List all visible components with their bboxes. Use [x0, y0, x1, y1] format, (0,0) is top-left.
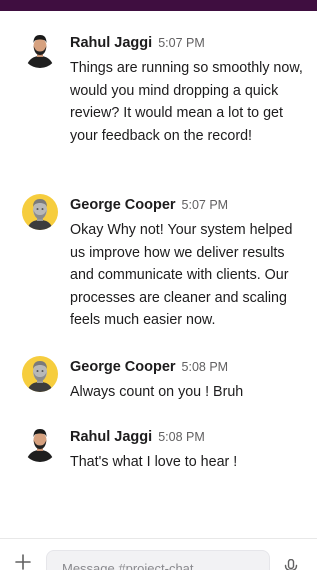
microphone-icon[interactable]	[283, 559, 299, 570]
message-timestamp[interactable]: 5:08 PM	[158, 430, 205, 444]
message-timestamp[interactable]: 5:07 PM	[182, 198, 229, 212]
rahul-avatar-icon	[22, 32, 58, 68]
george-avatar-icon	[22, 356, 58, 392]
message-input[interactable]	[47, 551, 269, 570]
message-header: Rahul Jaggi 5:08 PM	[70, 428, 205, 446]
george-avatar-icon	[22, 194, 58, 230]
message-text: Things are running so smoothly now, woul…	[70, 60, 303, 144]
author-name[interactable]: Rahul Jaggi	[70, 35, 152, 51]
avatar[interactable]	[22, 356, 58, 392]
author-name[interactable]: George Cooper	[70, 197, 176, 213]
message-header: George Cooper 5:07 PM	[70, 196, 228, 214]
message-timestamp[interactable]: 5:07 PM	[158, 36, 205, 50]
message-text: Okay Why not! Your system helped us impr…	[70, 222, 293, 329]
avatar[interactable]	[22, 194, 58, 230]
message-text: Always count on you ! Bruh	[70, 384, 244, 400]
rahul-avatar-icon	[22, 426, 58, 462]
message-header: George Cooper 5:08 PM	[70, 358, 228, 376]
workspace-top-bar	[0, 0, 317, 11]
author-name[interactable]: Rahul Jaggi	[70, 429, 152, 445]
message-timestamp[interactable]: 5:08 PM	[182, 360, 229, 374]
message-composer	[0, 539, 317, 570]
plus-icon[interactable]	[14, 553, 32, 570]
message-input-box[interactable]	[46, 550, 270, 570]
message-text: That's what I love to hear !	[70, 454, 238, 470]
avatar[interactable]	[22, 32, 58, 68]
author-name[interactable]: George Cooper	[70, 359, 176, 375]
message-header: Rahul Jaggi 5:07 PM	[70, 34, 205, 52]
avatar[interactable]	[22, 426, 58, 462]
